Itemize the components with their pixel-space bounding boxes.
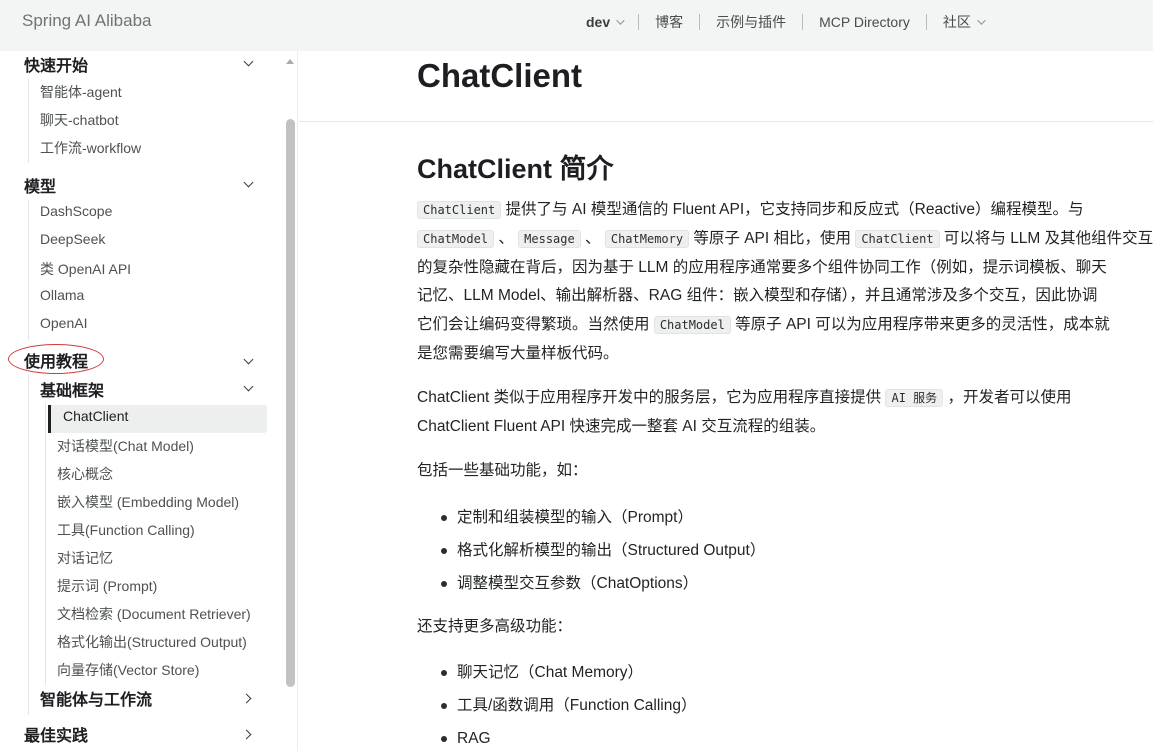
inline-code: AI 服务	[885, 389, 944, 407]
text-run: ，开发者可以使用	[943, 389, 1072, 406]
sidebar-category-models[interactable]: 模型	[24, 174, 56, 196]
tree-guide-line	[28, 375, 29, 715]
sidebar-subcategory-basic[interactable]: 基础框架	[40, 378, 104, 400]
community-label: 社区	[942, 14, 971, 30]
docs-sidebar: 快速开始 智能体-agent 聊天-chatbot 工作流-workflow 模…	[0, 51, 298, 751]
sidebar-item-chat-model[interactable]: 对话模型(Chat Model)	[57, 436, 194, 456]
sidebar-category-quickstart[interactable]: 快速开始	[24, 53, 88, 75]
sidebar-item-function-calling[interactable]: 工具(Function Calling)	[57, 520, 195, 540]
sidebar-item-openai[interactable]: OpenAI	[40, 315, 87, 331]
chevron-down-icon[interactable]	[243, 381, 254, 392]
nav-divider	[925, 14, 927, 30]
text-run: 、	[580, 229, 605, 247]
sidebar-item-ollama[interactable]: Ollama	[40, 287, 84, 303]
text-run: 等原子 API 相比，使用	[689, 229, 856, 247]
text-run: 、	[494, 229, 519, 247]
inline-code: ChatModel	[653, 316, 731, 335]
version-label: dev	[586, 14, 611, 30]
paragraph-line: 是您需要编写大量样板代码。	[417, 344, 619, 362]
sidebar-item-deepseek[interactable]: DeepSeek	[40, 231, 105, 247]
sidebar-item-chatbot[interactable]: 聊天-chatbot	[40, 110, 119, 130]
version-dropdown[interactable]: dev	[586, 14, 625, 30]
service-layer-paragraph: ChatClient 类似于应用程序开发中的服务层，它为应用程序直接提供 AI …	[417, 384, 1139, 442]
nav-menu: dev 博客 示例与插件 MCP Directory 社区	[586, 0, 986, 44]
chevron-down-icon	[616, 16, 625, 25]
sidebar-category-tutorial[interactable]: 使用教程	[24, 349, 88, 371]
advanced-features-intro: 还支持更多高级功能：	[417, 618, 573, 635]
top-navbar: Spring AI Alibaba dev 博客 示例与插件 MCP Direc…	[0, 0, 1153, 51]
chevron-right-icon[interactable]	[241, 693, 252, 704]
inline-code: ChatModel	[417, 229, 495, 248]
inline-code: ChatClient	[417, 201, 502, 219]
section-heading-intro: ChatClient 简介	[417, 154, 614, 184]
inline-code: ChatMemory	[604, 229, 690, 248]
list-item: RAG	[437, 728, 696, 751]
list-item: 定制和组装模型的输入（Prompt）	[437, 507, 765, 540]
chevron-down-icon[interactable]	[243, 354, 254, 365]
nav-link-examples[interactable]: 示例与插件	[716, 12, 786, 32]
sidebar-item-structured-output[interactable]: 格式化输出(Structured Output)	[57, 632, 247, 652]
inline-code: ChatClient	[855, 229, 940, 248]
sidebar-item-embedding[interactable]: 嵌入模型 (Embedding Model)	[57, 492, 239, 512]
text-run: 它们会让编码变得繁琐。当然使用	[417, 316, 654, 334]
text-run: ChatClient 类似于应用程序开发中的服务层，它为应用程序直接提供	[417, 389, 886, 406]
chevron-right-icon[interactable]	[241, 729, 252, 740]
doc-content: ChatClient ChatClient 简介 ChatClient 提供了与…	[299, 51, 1153, 751]
nav-divider	[638, 14, 640, 30]
list-item: 工具/函数调用（Function Calling）	[437, 695, 696, 728]
chevron-down-icon[interactable]	[243, 56, 254, 67]
text-run: 等原子 API 可以为应用程序带来更多的灵活性，成本就	[730, 316, 1110, 334]
title-divider	[299, 121, 1153, 122]
sidebar-item-concepts[interactable]: 核心概念	[57, 464, 113, 484]
advanced-features-list: 聊天记忆（Chat Memory） 工具/函数调用（Function Calli…	[437, 662, 696, 751]
tree-guide-line	[28, 200, 29, 340]
basic-features-list: 定制和组装模型的输入（Prompt） 格式化解析模型的输出（Structured…	[437, 507, 765, 606]
paragraph-line: ChatClient Fluent API 快速完成一整套 AI 交互流程的组装…	[417, 417, 826, 435]
community-dropdown[interactable]: 社区	[942, 12, 986, 32]
nav-link-mcp-directory[interactable]: MCP Directory	[819, 14, 910, 30]
sidebar-item-prompt[interactable]: 提示词 (Prompt)	[57, 576, 157, 596]
tree-guide-line	[45, 403, 46, 685]
sidebar-item-chatclient[interactable]: ChatClient	[63, 408, 128, 424]
sidebar-scrollbar-thumb[interactable]	[286, 119, 295, 687]
nav-link-blog[interactable]: 博客	[655, 12, 683, 32]
list-item: 聊天记忆（Chat Memory）	[437, 662, 696, 695]
paragraph-line: ChatClient 提供了与 AI 模型通信的 Fluent API，它支持同…	[417, 196, 1139, 225]
paragraph-line: ChatModel 、 Message 、 ChatMemory 等原子 API…	[417, 225, 1153, 254]
intro-paragraph: ChatClient 提供了与 AI 模型通信的 Fluent API，它支持同…	[417, 196, 1153, 369]
chevron-down-icon	[977, 16, 986, 25]
list-item: 调整模型交互参数（ChatOptions）	[437, 573, 765, 606]
text-run: 可以将与 LLM 及其他组件交互	[939, 229, 1153, 247]
list-item: 格式化解析模型的输出（Structured Output）	[437, 540, 765, 573]
sidebar-category-best-practice[interactable]: 最佳实践	[24, 723, 88, 745]
page-title: ChatClient	[417, 57, 582, 94]
sidebar-item-workflow[interactable]: 工作流-workflow	[40, 138, 141, 158]
brand-logo[interactable]: Spring AI Alibaba	[22, 11, 151, 31]
scroll-up-arrow-icon[interactable]	[286, 59, 294, 64]
inline-code: Message	[518, 229, 581, 248]
paragraph-line: 它们会让编码变得繁琐。当然使用 ChatModel 等原子 API 可以为应用程…	[417, 311, 1139, 340]
sidebar-item-dashscope[interactable]: DashScope	[40, 203, 112, 219]
sidebar-item-vector-store[interactable]: 向量存储(Vector Store)	[57, 660, 199, 680]
nav-divider	[802, 14, 804, 30]
paragraph-line: 的复杂性隐藏在背后，因为基于 LLM 的应用程序通常要多个组件协同工作（例如，提…	[417, 258, 1107, 276]
text-run: 提供了与 AI 模型通信的 Fluent API，它支持同步和反应式（React…	[501, 201, 1084, 218]
tree-guide-line	[28, 79, 29, 163]
paragraph-line: 记忆、LLM Model、输出解析器、RAG 组件：嵌入模型和存储），并且通常涉…	[417, 287, 1098, 305]
sidebar-item-agent[interactable]: 智能体-agent	[40, 82, 122, 102]
nav-divider	[699, 14, 701, 30]
sidebar-item-chat-memory[interactable]: 对话记忆	[57, 548, 113, 568]
sidebar-item-retriever[interactable]: 文档检索 (Document Retriever)	[57, 604, 251, 624]
basic-features-intro: 包括一些基础功能，如：	[417, 462, 588, 479]
sidebar-subcategory-agents[interactable]: 智能体与工作流	[40, 687, 152, 709]
paragraph-line: ChatClient 类似于应用程序开发中的服务层，它为应用程序直接提供 AI …	[417, 384, 1139, 413]
chevron-down-icon[interactable]	[243, 177, 254, 188]
sidebar-item-openai-compatible[interactable]: 类 OpenAI API	[40, 259, 131, 279]
